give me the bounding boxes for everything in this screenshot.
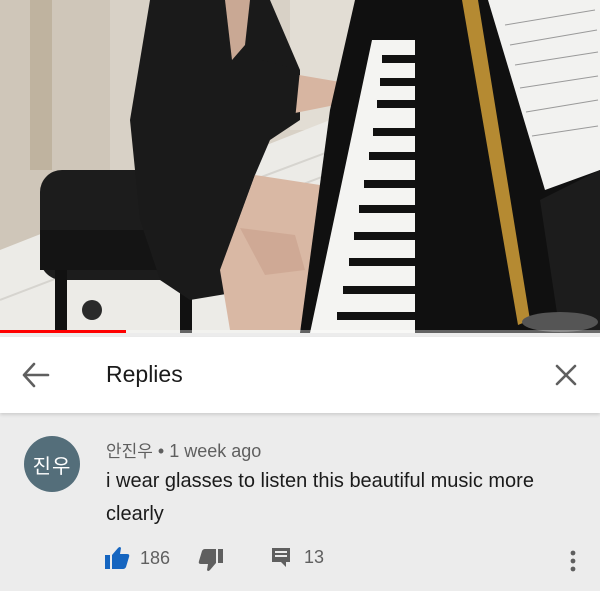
video-frame <box>0 0 600 333</box>
replies-title: Replies <box>106 361 183 387</box>
comment-item: 진우 안진우 • 1 week ago i wear glasses to li… <box>0 413 600 591</box>
like-button[interactable]: 186 <box>104 546 170 570</box>
arrow-left-icon <box>22 362 50 388</box>
more-vert-icon <box>570 550 576 572</box>
reply-count: 13 <box>304 546 325 567</box>
close-button[interactable] <box>552 361 580 389</box>
video-player[interactable] <box>0 0 600 333</box>
comment-icon <box>272 548 290 567</box>
meta-separator: • <box>152 441 170 461</box>
comment-text: i wear glasses to listen this beautiful … <box>106 470 534 525</box>
video-progress-bar[interactable] <box>0 330 600 333</box>
comment-meta: 안진우 • 1 week ago <box>106 437 261 462</box>
avatar[interactable]: 진우 <box>24 436 80 492</box>
comment-actions: 186 13 <box>104 546 584 576</box>
reply-button[interactable]: 13 <box>270 546 324 568</box>
comment-time: 1 week ago <box>169 441 262 461</box>
replies-header: Replies <box>0 337 600 413</box>
close-icon <box>555 364 577 386</box>
like-count: 186 <box>140 547 171 568</box>
back-button[interactable] <box>20 361 52 389</box>
more-options-button[interactable] <box>566 546 580 576</box>
thumbs-up-icon <box>105 547 130 569</box>
thumbs-down-icon <box>198 549 223 571</box>
video-progress-fill <box>0 330 126 333</box>
dislike-button[interactable] <box>198 548 224 572</box>
comment-author[interactable]: 안진우 <box>106 442 153 462</box>
